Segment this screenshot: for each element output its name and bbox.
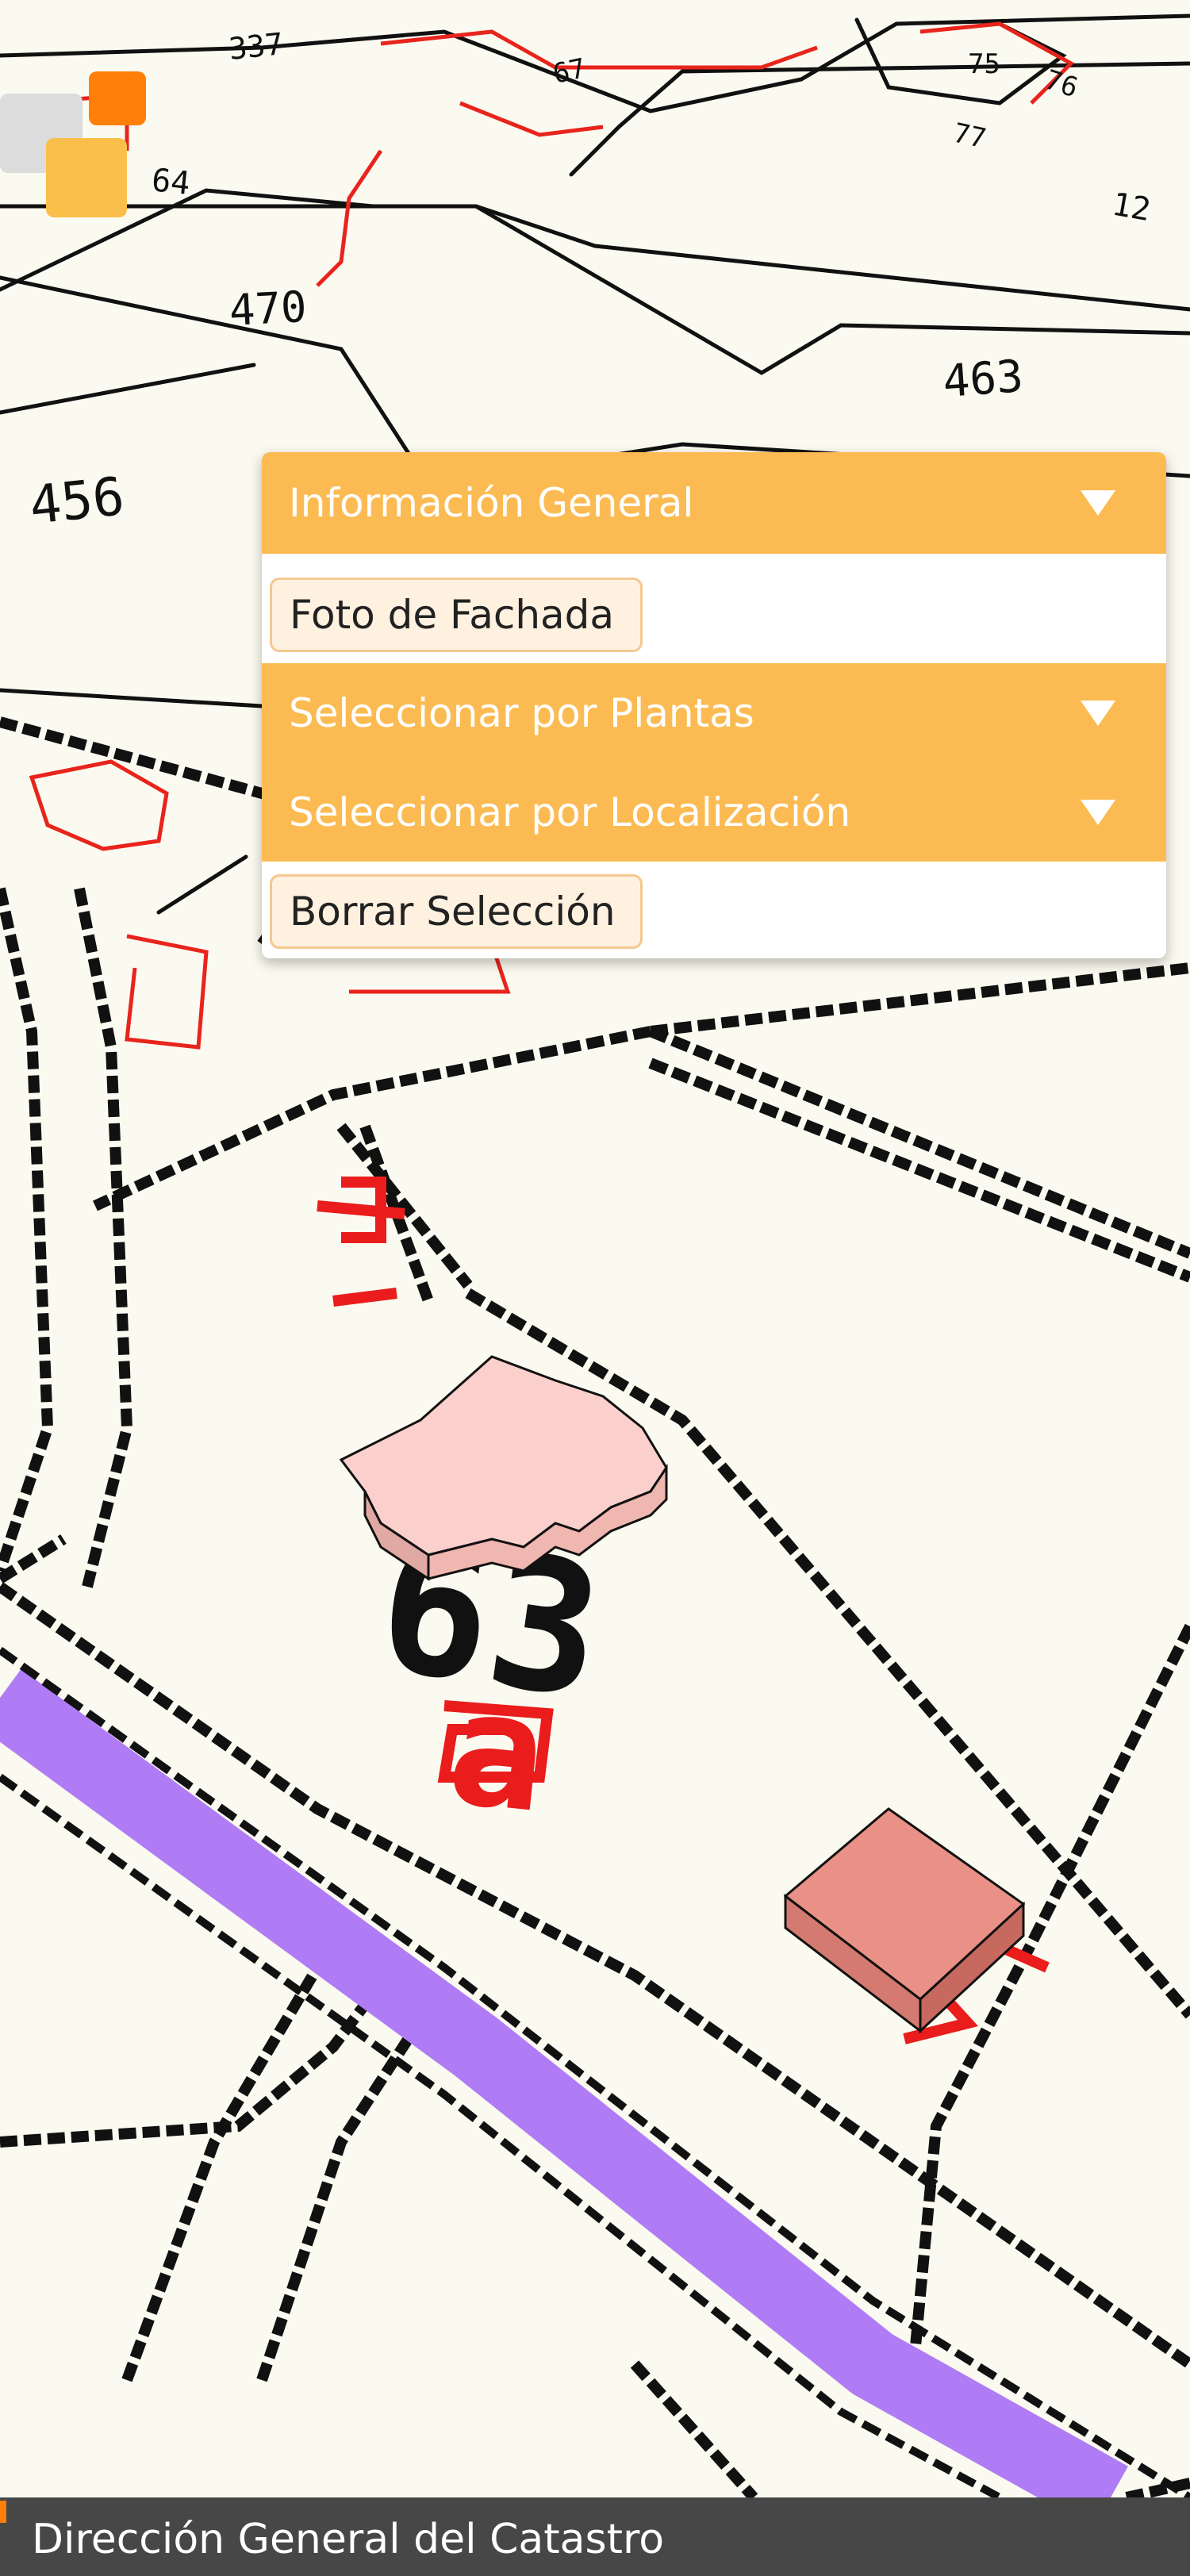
options-panel: Información General Foto de Fachada Sele… (262, 452, 1166, 958)
footer-title: Dirección General del Catastro (32, 2515, 665, 2563)
cadastral-map[interactable]: 337 67 75 76 77 64 12 470 463 456 459 63… (0, 0, 1190, 2576)
svg-text:77: 77 (950, 117, 988, 155)
plantas-header[interactable]: Seleccionar por Plantas (262, 663, 1166, 763)
foto-fachada-button[interactable]: Foto de Fachada (270, 578, 643, 652)
info-general-label: Información General (289, 480, 694, 526)
plantas-label: Seleccionar por Plantas (289, 690, 754, 736)
triangle-down-icon (1081, 701, 1115, 726)
triangle-down-icon (1081, 800, 1115, 825)
footer-accent (0, 2501, 6, 2523)
svg-text:337: 337 (227, 26, 285, 67)
borrar-seleccion-button[interactable]: Borrar Selección (270, 874, 643, 949)
svg-text:67: 67 (551, 52, 589, 90)
svg-text:463: 463 (941, 351, 1024, 408)
localizacion-label: Seleccionar por Localización (289, 789, 851, 835)
svg-text:75: 75 (968, 48, 1000, 80)
footer-bar: Dirección General del Catastro (0, 2497, 1190, 2576)
logo-orange-square (89, 71, 146, 125)
svg-text:470: 470 (228, 282, 308, 336)
svg-text:a: a (440, 1655, 555, 1849)
svg-text:456: 456 (27, 466, 128, 536)
triangle-down-icon (1081, 490, 1115, 516)
info-general-header[interactable]: Información General (262, 452, 1166, 554)
catastro-logo (0, 71, 159, 222)
localizacion-header[interactable]: Seleccionar por Localización (262, 763, 1166, 862)
svg-text:12: 12 (1109, 186, 1153, 229)
logo-yellow-square (46, 138, 127, 217)
